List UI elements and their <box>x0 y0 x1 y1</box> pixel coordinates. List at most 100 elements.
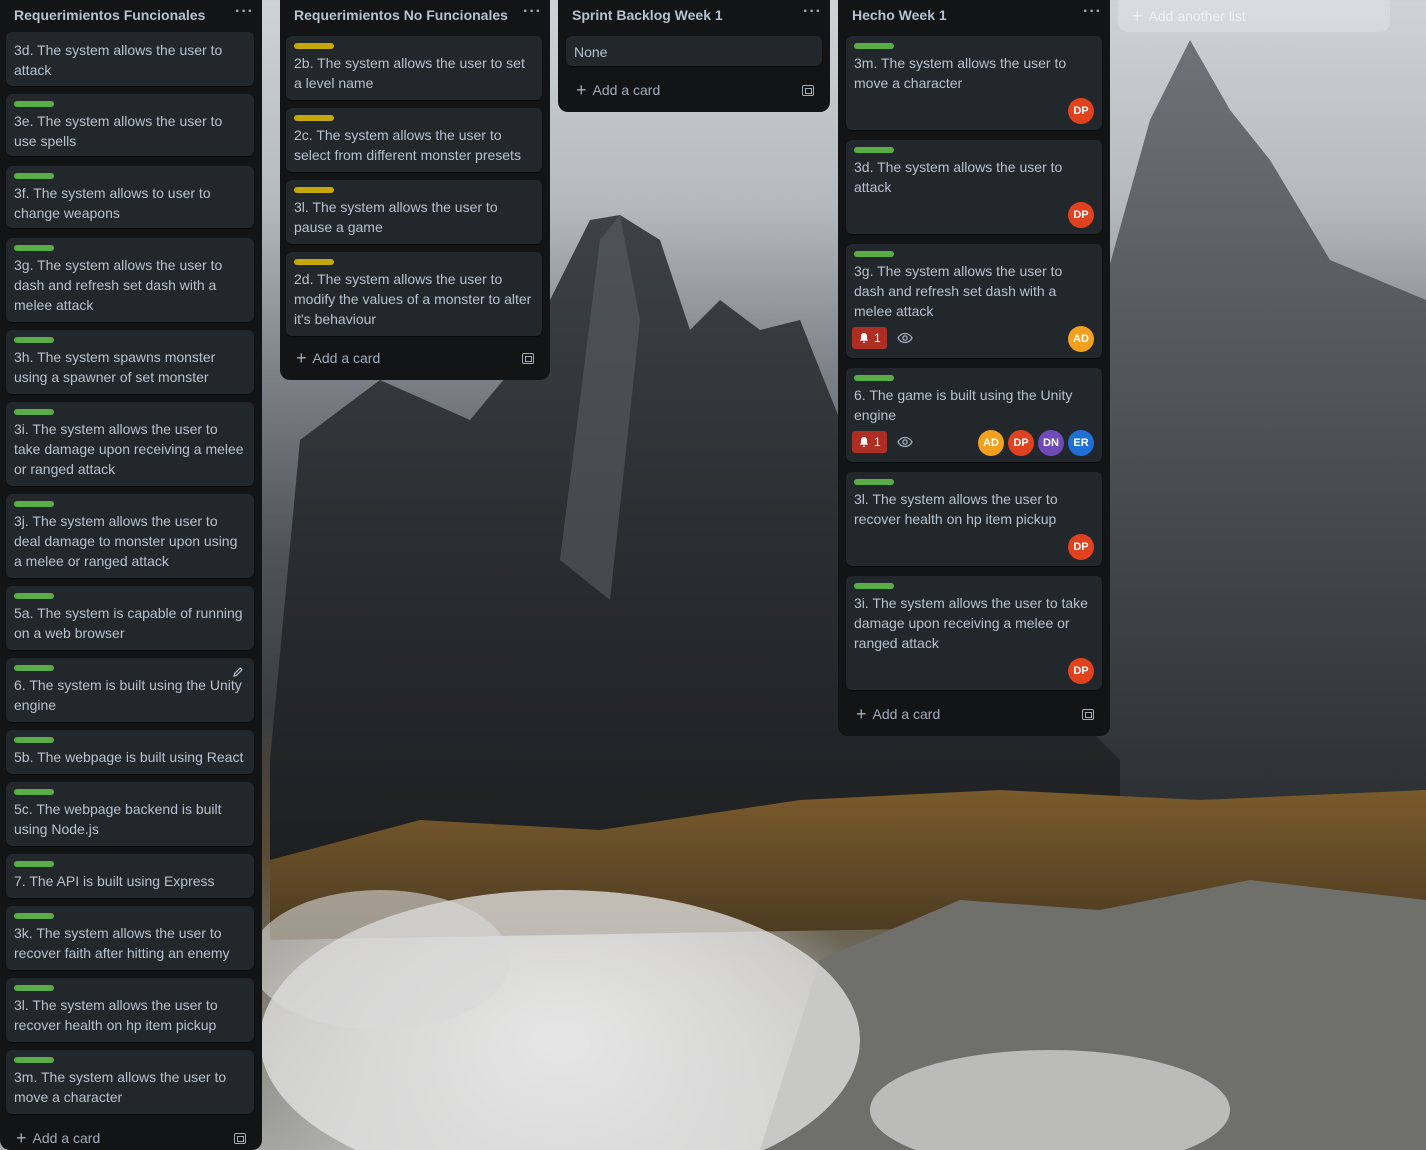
avatar[interactable]: DP <box>1008 430 1034 456</box>
card[interactable]: 5a. The system is capable of running on … <box>6 586 254 650</box>
card[interactable]: 3i. The system allows the user to take d… <box>6 402 254 486</box>
label-yellow[interactable] <box>294 115 334 121</box>
label-yellow[interactable] <box>294 43 334 49</box>
card[interactable]: 3k. The system allows the user to recove… <box>6 906 254 970</box>
card[interactable]: 3l. The system allows the user to recove… <box>846 472 1102 566</box>
card[interactable]: 3l. The system allows the user to pause … <box>286 180 542 244</box>
label-green[interactable] <box>854 583 894 589</box>
card[interactable]: 6. The game is built using the Unity eng… <box>846 368 1102 462</box>
card[interactable]: 3m. The system allows the user to move a… <box>6 1050 254 1114</box>
card-title: 5c. The webpage backend is built using N… <box>14 801 222 837</box>
card[interactable]: None <box>566 36 822 66</box>
list-menu-icon[interactable]: ··· <box>803 3 822 27</box>
label-green[interactable] <box>854 479 894 485</box>
label-green[interactable] <box>14 861 54 867</box>
label-green[interactable] <box>854 147 894 153</box>
card[interactable]: 3l. The system allows the user to recove… <box>6 978 254 1042</box>
avatar[interactable]: DP <box>1068 202 1094 228</box>
card[interactable]: 3f. The system allows to user to change … <box>6 166 254 228</box>
card-title: 3m. The system allows the user to move a… <box>14 1069 227 1105</box>
label-green[interactable] <box>854 375 894 381</box>
card[interactable]: 7. The API is built using Express <box>6 854 254 898</box>
card-title: 3i. The system allows the user to take d… <box>854 595 1088 651</box>
card-template-icon[interactable] <box>1082 708 1094 720</box>
list-header[interactable]: Requerimientos Funcionales ··· <box>0 0 262 30</box>
label-green[interactable] <box>14 913 54 919</box>
card-title: 3i. The system allows the user to take d… <box>14 421 244 477</box>
label-green[interactable] <box>14 501 54 507</box>
avatar[interactable]: DN <box>1038 430 1064 456</box>
label-green[interactable] <box>14 737 54 743</box>
card-title: 6. The system is built using the Unity e… <box>14 677 242 713</box>
label-green[interactable] <box>14 173 54 179</box>
card-title: 3g. The system allows the user to dash a… <box>14 257 223 313</box>
label-yellow[interactable] <box>294 187 334 193</box>
card-title: 2c. The system allows the user to select… <box>294 127 521 163</box>
card[interactable]: 3i. The system allows the user to take d… <box>846 576 1102 690</box>
list-title[interactable]: Hecho Week 1 <box>852 7 947 23</box>
list-menu-icon[interactable]: ··· <box>1083 3 1102 27</box>
label-green[interactable] <box>854 43 894 49</box>
label-green[interactable] <box>14 337 54 343</box>
card[interactable]: 3m. The system allows the user to move a… <box>846 36 1102 130</box>
card[interactable]: 2d. The system allows the user to modify… <box>286 252 542 336</box>
add-another-list-button[interactable]: + Add another list <box>1118 0 1390 32</box>
label-green[interactable] <box>14 409 54 415</box>
card[interactable]: 3d. The system allows the user to attack <box>6 32 254 86</box>
card-template-icon[interactable] <box>234 1132 246 1144</box>
plus-icon: + <box>856 704 867 724</box>
card-title: 5a. The system is capable of running on … <box>14 605 243 641</box>
avatar[interactable]: DP <box>1068 534 1094 560</box>
avatar[interactable]: DP <box>1068 98 1094 124</box>
card[interactable]: 3g. The system allows the user to dash a… <box>6 238 254 322</box>
label-green[interactable] <box>14 101 54 107</box>
avatar[interactable]: AD <box>978 430 1004 456</box>
card[interactable]: 3j. The system allows the user to deal d… <box>6 494 254 578</box>
label-green[interactable] <box>14 985 54 991</box>
add-card-button[interactable]: + Add a card <box>846 700 1102 728</box>
card-members: AD DP DN ER <box>978 430 1094 456</box>
label-green[interactable] <box>14 245 54 251</box>
avatar[interactable]: DP <box>1068 658 1094 684</box>
card[interactable]: 2c. The system allows the user to select… <box>286 108 542 172</box>
label-green[interactable] <box>854 251 894 257</box>
label-green[interactable] <box>14 665 54 671</box>
list-header[interactable]: Hecho Week 1 ··· <box>838 0 1110 30</box>
add-card-label: Add a card <box>312 350 381 366</box>
card[interactable]: 6. The system is built using the Unity e… <box>6 658 254 722</box>
card-template-icon[interactable] <box>802 84 814 96</box>
card-members: AD <box>1068 326 1094 352</box>
pencil-icon[interactable] <box>232 666 244 678</box>
card-members: DP <box>1068 98 1094 124</box>
card-title: 2b. The system allows the user to set a … <box>294 55 525 91</box>
add-card-label: Add a card <box>592 82 661 98</box>
add-card-button[interactable]: + Add a card <box>566 76 822 104</box>
card[interactable]: 2b. The system allows the user to set a … <box>286 36 542 100</box>
card[interactable]: 3e. The system allows the user to use sp… <box>6 94 254 156</box>
card-template-icon[interactable] <box>522 352 534 364</box>
list-menu-icon[interactable]: ··· <box>235 3 254 27</box>
add-card-button[interactable]: + Add a card <box>286 344 542 372</box>
label-green[interactable] <box>14 789 54 795</box>
card[interactable]: 3g. The system allows the user to dash a… <box>846 244 1102 358</box>
list-title[interactable]: Requerimientos Funcionales <box>14 7 205 23</box>
avatar[interactable]: ER <box>1068 430 1094 456</box>
card[interactable]: 5b. The webpage is built using React <box>6 730 254 774</box>
list-menu-icon[interactable]: ··· <box>523 3 542 27</box>
notification-badge[interactable]: 1 <box>852 431 887 453</box>
list-header[interactable]: Requerimientos No Funcionales ··· <box>280 0 550 30</box>
card-title: 3f. The system allows to user to change … <box>14 185 211 221</box>
label-green[interactable] <box>14 1057 54 1063</box>
avatar[interactable]: AD <box>1068 326 1094 352</box>
card[interactable]: 5c. The webpage backend is built using N… <box>6 782 254 846</box>
list-title[interactable]: Sprint Backlog Week 1 <box>572 7 723 23</box>
label-green[interactable] <box>14 593 54 599</box>
list-title[interactable]: Requerimientos No Funcionales <box>294 7 508 23</box>
card[interactable]: 3h. The system spawns monster using a sp… <box>6 330 254 394</box>
card-title: 3e. The system allows the user to use sp… <box>14 113 223 149</box>
label-yellow[interactable] <box>294 259 334 265</box>
card[interactable]: 3d. The system allows the user to attack… <box>846 140 1102 234</box>
add-card-button[interactable]: + Add a card <box>6 1124 254 1150</box>
notification-badge[interactable]: 1 <box>852 327 887 349</box>
list-header[interactable]: Sprint Backlog Week 1 ··· <box>558 0 830 30</box>
